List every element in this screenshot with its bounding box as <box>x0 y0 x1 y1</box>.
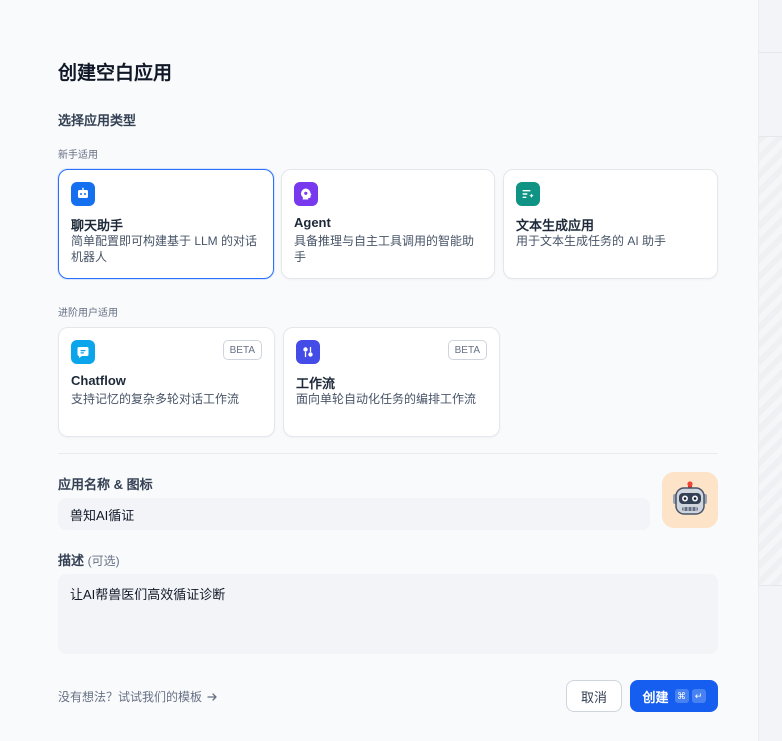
text-generation-icon <box>516 182 540 206</box>
app-name-input[interactable] <box>58 498 650 530</box>
card-title: Chatflow <box>71 373 126 388</box>
card-description: 面向单轮自动化任务的编排工作流 <box>296 392 477 406</box>
app-type-card-chatbot[interactable]: 聊天助手 简单配置即可构建基于 LLM 的对话机器人 <box>58 169 274 279</box>
cancel-button[interactable]: 取消 <box>566 680 622 712</box>
chat-bot-icon <box>71 182 95 206</box>
app-type-card-text-generation[interactable]: 文本生成应用 用于文本生成任务的 AI 助手 <box>503 169 718 279</box>
agent-icon <box>294 182 318 206</box>
card-title: 聊天助手 <box>71 218 124 233</box>
card-description: 具备推理与自主工具调用的智能助手 <box>294 234 475 264</box>
dialog-title: 创建空白应用 <box>58 63 173 84</box>
card-title: 工作流 <box>296 376 336 391</box>
beginner-group-label: 新手适用 <box>58 150 98 161</box>
app-type-card-agent[interactable]: Agent 具备推理与自主工具调用的智能助手 <box>281 169 495 279</box>
app-name-label: 应用名称 & 图标 <box>58 477 153 492</box>
app-type-card-workflow[interactable]: BETA 工作流 面向单轮自动化任务的编排工作流 <box>283 327 500 437</box>
chatflow-icon <box>71 340 95 364</box>
card-description: 支持记忆的复杂多轮对话工作流 <box>71 392 240 406</box>
background-pattern <box>759 136 782 586</box>
template-link[interactable]: 没有想法？试试我们的模板 <box>58 688 218 705</box>
optional-hint: (可选) <box>87 554 120 568</box>
card-title: Agent <box>294 215 331 230</box>
section-divider <box>58 453 718 454</box>
beta-badge: BETA <box>447 340 487 360</box>
beta-badge: BETA <box>222 340 262 360</box>
card-description: 简单配置即可构建基于 LLM 的对话机器人 <box>71 234 258 264</box>
create-button-label: 创建 <box>642 689 669 705</box>
app-type-card-chatflow[interactable]: BETA Chatflow 支持记忆的复杂多轮对话工作流 <box>58 327 275 437</box>
description-label: 描述 (可选) <box>58 550 120 569</box>
description-textarea[interactable]: 让AI帮兽医们高效循证诊断 <box>58 574 718 654</box>
arrow-right-icon <box>207 692 217 701</box>
app-icon-picker[interactable] <box>662 472 718 528</box>
advanced-group-label: 进阶用户适用 <box>58 308 118 319</box>
cmd-key-icon: ⌘ <box>674 689 689 703</box>
background-panel <box>758 0 782 741</box>
description-label-text: 描述 <box>58 553 85 568</box>
template-link-text: 没有想法？试试我们的模板 <box>58 690 203 704</box>
background-divider <box>759 52 782 53</box>
workflow-icon <box>296 340 320 364</box>
card-description: 用于文本生成任务的 AI 助手 <box>516 234 667 248</box>
create-button[interactable]: 创建 ⌘ ↵ <box>630 680 718 712</box>
robot-icon <box>673 481 707 515</box>
enter-key-icon: ↵ <box>691 689 706 703</box>
app-type-section-label: 选择应用类型 <box>58 113 137 128</box>
card-title: 文本生成应用 <box>516 218 595 233</box>
